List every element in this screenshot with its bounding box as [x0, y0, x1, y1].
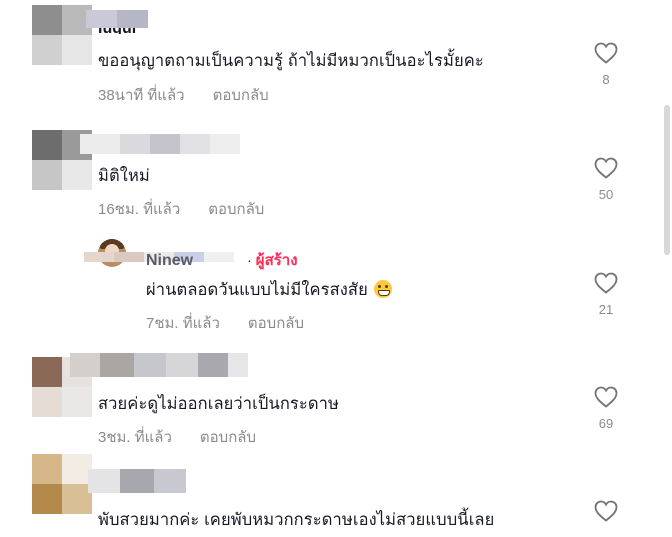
comment-text: พับสวยมากค่ะ เคยพับหมวกกระดาษเองไม่สวยแบ…	[98, 511, 495, 529]
reply-header: Ninew · ผู้สร้าง	[146, 248, 298, 272]
like-count: 8	[602, 72, 610, 87]
comment-text: มิติใหม่	[98, 167, 150, 185]
like-count: 50	[598, 187, 614, 202]
scrollbar[interactable]	[664, 105, 670, 255]
like-count: 21	[598, 302, 614, 317]
comment-meta: 7ชม. ที่แล้ว ตอบกลับ	[146, 311, 304, 335]
avatar[interactable]	[32, 454, 92, 514]
comment-meta: 38นาที ที่แล้ว ตอบกลับ	[98, 83, 269, 107]
comment-time: 38นาที ที่แล้ว	[98, 87, 185, 104]
heart-outline-icon	[594, 386, 618, 408]
comment-time: 7ชม. ที่แล้ว	[146, 315, 220, 332]
like-button[interactable]: 21	[586, 272, 626, 317]
username-blur	[80, 134, 240, 154]
heart-outline-icon	[594, 157, 618, 179]
username-blur	[70, 353, 248, 377]
avatar[interactable]	[32, 5, 92, 65]
username-blur	[86, 10, 148, 28]
like-button[interactable]: 50	[586, 157, 626, 202]
creator-badge: ผู้สร้าง	[255, 252, 298, 269]
comment-meta: 16ชม. ที่แล้ว ตอบกลับ	[98, 197, 264, 221]
comment-time: 16ชม. ที่แล้ว	[98, 201, 181, 218]
like-button[interactable]	[586, 500, 626, 522]
like-button[interactable]: 8	[586, 42, 626, 87]
like-count: 69	[598, 416, 614, 431]
username-blur	[88, 469, 186, 493]
separator-dot: ·	[247, 252, 252, 268]
heart-outline-icon	[594, 42, 618, 64]
like-button[interactable]: 69	[586, 386, 626, 431]
comment-text: ขออนุญาตถามเป็นความรู้ ถ้าไม่มีหมวกเป็นอ…	[98, 52, 484, 70]
grinning-face-emoji	[373, 280, 392, 298]
comment-text: ผ่านตลอดวันแบบไม่มีใครสงสัย	[146, 277, 392, 303]
comment-text: สวยค่ะดูไม่ออกเลยว่าเป็นกระดาษ	[98, 395, 340, 413]
reply-button[interactable]: ตอบกลับ	[213, 87, 269, 104]
reply-button[interactable]: ตอบกลับ	[248, 315, 304, 332]
reply-button[interactable]: ตอบกลับ	[200, 429, 256, 446]
reply-button[interactable]: ตอบกลับ	[208, 201, 264, 218]
heart-outline-icon	[594, 272, 618, 294]
username[interactable]: Ninew	[146, 252, 193, 269]
comment-meta: 3ชม. ที่แล้ว ตอบกลับ	[98, 425, 256, 449]
comment-time: 3ชม. ที่แล้ว	[98, 429, 172, 446]
heart-outline-icon	[594, 500, 618, 522]
